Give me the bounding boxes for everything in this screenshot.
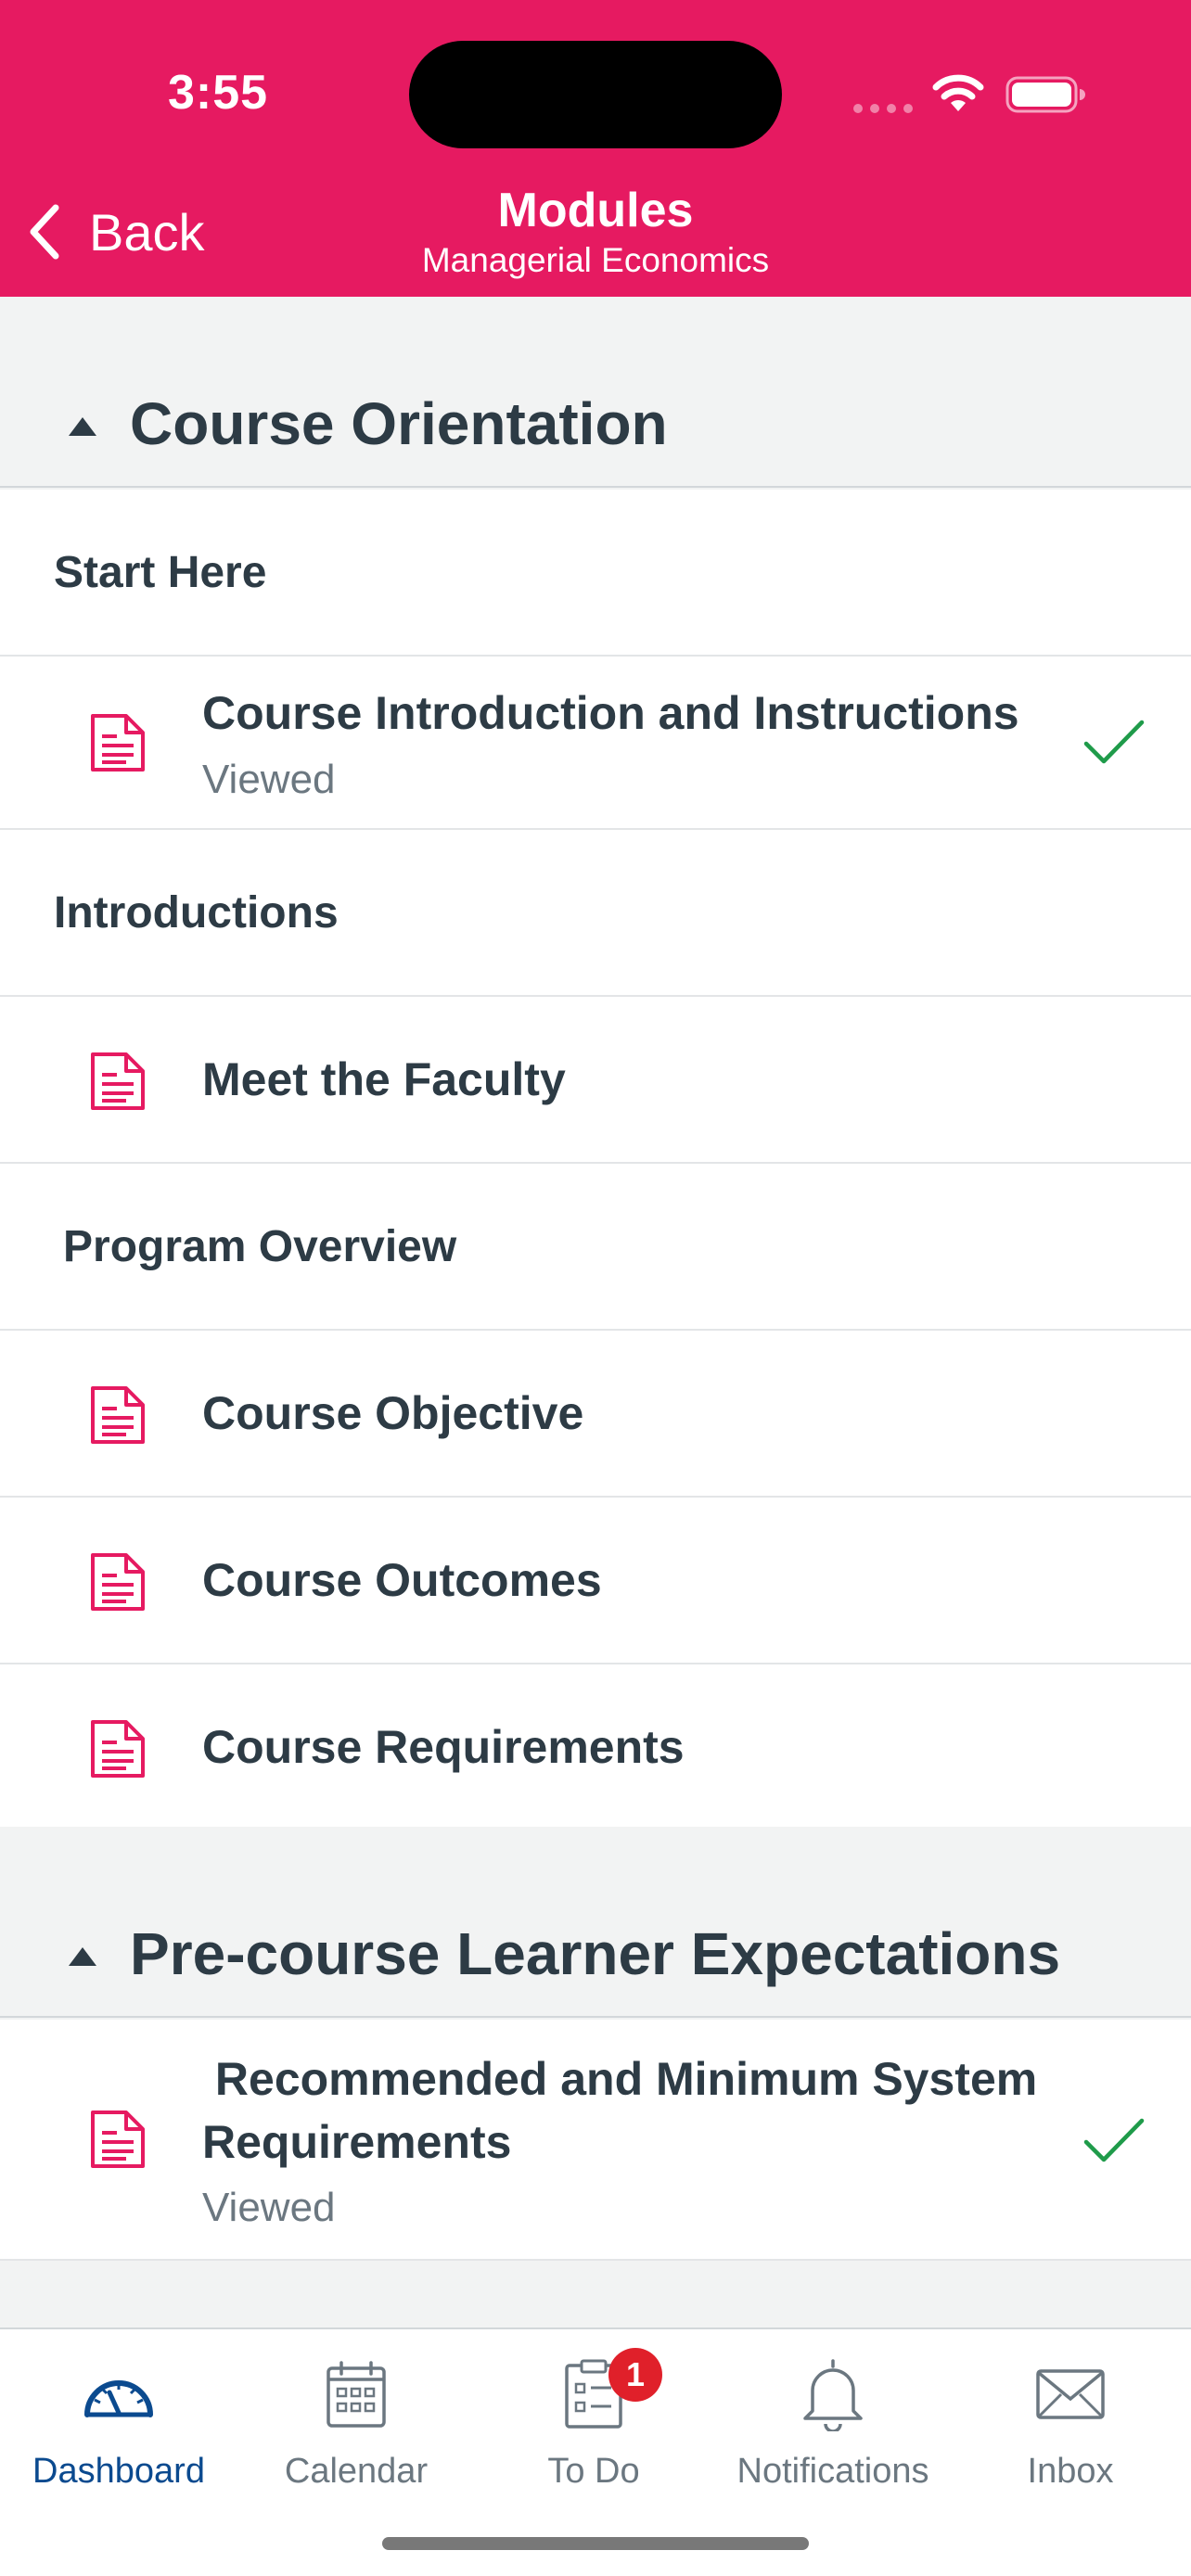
tab-label: Inbox (1027, 2452, 1114, 2491)
page-title: Modules (497, 184, 694, 237)
item-title: Course Objective (202, 1387, 584, 1439)
item-title: Meet the Faculty (202, 1053, 566, 1105)
back-button[interactable]: Back (26, 195, 205, 269)
tab-todo[interactable]: 1 To Do (475, 2348, 712, 2492)
todo-count-badge: 1 (608, 2348, 662, 2402)
calendar-icon (327, 2361, 386, 2428)
checkmark-icon (1083, 720, 1145, 764)
module-items-list: Start Here Course Introduction and Instr… (0, 490, 1191, 1831)
page-document-icon (91, 1720, 145, 1778)
item-title: Course Introduction and Instructions (202, 687, 1019, 739)
page-document-icon (91, 2111, 145, 2168)
dashboard-gauge-icon (84, 2380, 153, 2417)
subheader-program-overview: Program Overview (0, 1164, 1191, 1331)
tab-inbox[interactable]: Inbox (952, 2348, 1189, 2492)
module-item-system-requirements[interactable]: Recommended and Minimum System Requireme… (0, 2020, 1191, 2261)
battery-icon (1005, 76, 1085, 113)
page-document-icon (91, 1553, 145, 1611)
page-document-icon (91, 714, 145, 772)
nav-title-group: Modules Managerial Economics (317, 182, 874, 282)
item-title: Course Outcomes (202, 1554, 602, 1606)
page-document-icon (91, 1052, 145, 1110)
home-indicator[interactable] (382, 2537, 809, 2550)
tab-label: Calendar (284, 2452, 429, 2491)
item-status: Viewed (202, 2185, 336, 2230)
item-title: Course Requirements (202, 1721, 685, 1773)
subheader-introductions: Introductions (0, 830, 1191, 997)
status-time: 3:55 (167, 66, 269, 120)
tab-calendar[interactable]: Calendar (237, 2348, 475, 2492)
checkmark-icon (1083, 2118, 1145, 2162)
subheader-label: Introductions (54, 887, 339, 937)
caret-up-icon (69, 1947, 96, 1966)
page-document-icon (91, 1386, 145, 1444)
module-header-course-orientation[interactable]: Course Orientation (0, 297, 1191, 488)
back-label: Back (89, 202, 205, 261)
tab-label: Dashboard (32, 2452, 205, 2491)
module-item-course-introduction[interactable]: Course Introduction and Instructions Vie… (0, 657, 1191, 830)
modules-screen: 3:55 Back Modules Managerial Economics C… (0, 0, 1191, 2576)
subheader-label: Program Overview (63, 1221, 457, 1271)
module-item-meet-the-faculty[interactable]: Meet the Faculty (0, 997, 1191, 1164)
tab-dashboard[interactable]: Dashboard (0, 2348, 237, 2492)
caret-up-icon (69, 417, 96, 436)
nav-header: 3:55 Back Modules Managerial Economics (0, 0, 1191, 297)
envelope-icon (1036, 2369, 1105, 2419)
module-title: Course Orientation (130, 390, 668, 457)
module-items-list: Recommended and Minimum System Requireme… (0, 2020, 1191, 2261)
item-status: Viewed (202, 757, 336, 802)
wifi-icon (932, 74, 984, 111)
module-item-course-objective[interactable]: Course Objective (0, 1331, 1191, 1498)
tab-notifications[interactable]: Notifications (714, 2348, 952, 2492)
tab-label: To Do (547, 2452, 640, 2491)
module-header-pre-course-learner-expectations[interactable]: Pre-course Learner Expectations (0, 1827, 1191, 2018)
subheader-label: Start Here (54, 547, 267, 597)
tab-label: Notifications (736, 2452, 929, 2491)
item-title: Recommended and Minimum System Requireme… (202, 2053, 1051, 2168)
module-title: Pre-course Learner Expectations (130, 1920, 1061, 1987)
course-name: Managerial Economics (421, 241, 770, 279)
dynamic-island (409, 41, 782, 148)
module-item-course-outcomes[interactable]: Course Outcomes (0, 1498, 1191, 1664)
module-item-course-requirements[interactable]: Course Requirements (0, 1664, 1191, 1831)
cellular-signal-icon (853, 104, 913, 113)
subheader-start-here: Start Here (0, 490, 1191, 657)
chevron-left-icon (30, 204, 59, 260)
bell-icon (803, 2359, 863, 2431)
